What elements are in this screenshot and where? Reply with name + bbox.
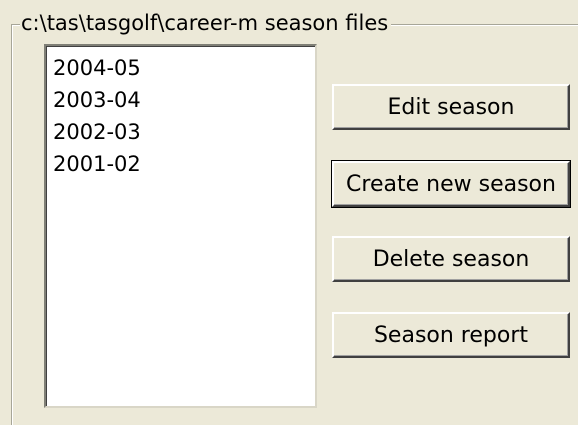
create-new-season-button[interactable]: Create new season — [331, 160, 571, 208]
delete-season-button[interactable]: Delete season — [332, 236, 570, 282]
season-list-item[interactable]: 2002-03 — [53, 116, 141, 148]
season-list-item[interactable]: 2003-04 — [53, 84, 141, 116]
group-box-caption: c:\tas\tasgolf\career-m season files — [20, 9, 392, 37]
season-report-button[interactable]: Season report — [332, 312, 570, 358]
season-list-item[interactable]: 2001-02 — [53, 148, 141, 180]
season-files-panel: c:\tas\tasgolf\career-m season files 200… — [0, 0, 578, 425]
edit-season-button[interactable]: Edit season — [332, 84, 570, 130]
season-listbox[interactable]: 2004-05 2003-04 2002-03 2001-02 — [44, 44, 317, 408]
season-list-item[interactable]: 2004-05 — [53, 52, 141, 84]
